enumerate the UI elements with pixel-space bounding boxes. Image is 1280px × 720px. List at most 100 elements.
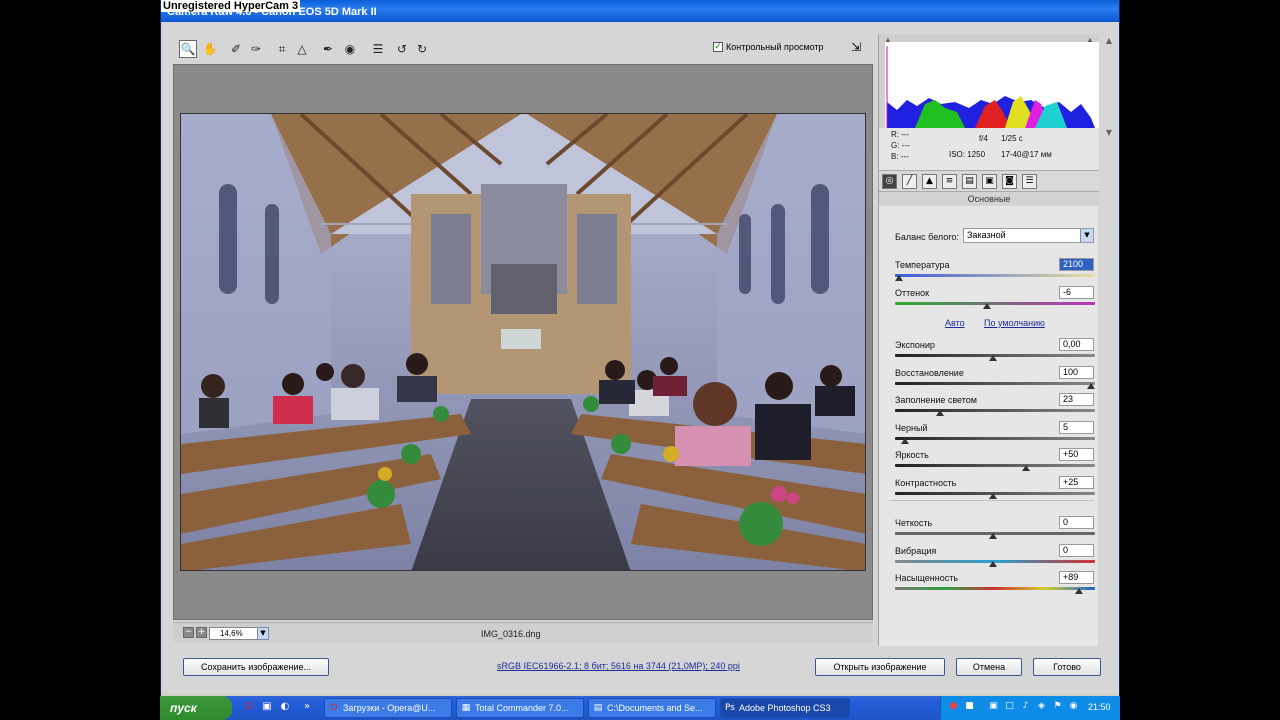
slider-label: Насыщенность	[895, 573, 959, 583]
retouch-icon[interactable]: ✒	[319, 40, 337, 58]
red-eye-icon[interactable]: ◉	[341, 40, 359, 58]
slider-thumb[interactable]	[1022, 465, 1031, 471]
volume-icon[interactable]: ♪	[1019, 701, 1032, 714]
slider-label: Черный	[895, 422, 928, 433]
panel-scrollbar[interactable]: ▲ ▼	[1100, 34, 1118, 646]
recorder-watermark: Unregistered HyperCam 3	[161, 0, 301, 12]
hand-icon[interactable]: ✋	[201, 40, 219, 58]
camera-raw-dialog: 🔍 ✋ ✐ ✑ ⌗ △ ✒ ◉ ☰ ↺ ↻ ✓ Контрольный прос…	[163, 22, 1119, 694]
slider-thumb[interactable]	[1075, 588, 1084, 594]
stop-icon[interactable]: ■	[963, 701, 976, 714]
window-icon[interactable]: □	[1003, 701, 1016, 714]
save-icon[interactable]: ▣	[260, 701, 274, 715]
camera-raw-window: Camera Raw 4.6 - Canon EOS 5D Mark II 🔍 …	[160, 0, 1120, 696]
start-button[interactable]: пуск	[160, 696, 232, 720]
tab-presets-icon[interactable]: ☰	[1022, 174, 1037, 189]
image-preview-area[interactable]	[173, 64, 873, 620]
rotate-left-icon[interactable]: ↺	[393, 40, 411, 58]
tab-lens-icon[interactable]: ▣	[982, 174, 997, 189]
slider-value-field[interactable]: 5	[1059, 420, 1094, 434]
white-balance-select[interactable]: Заказной ▼	[963, 228, 1094, 243]
slider-thumb[interactable]	[989, 533, 997, 539]
slider-thumb[interactable]	[989, 492, 997, 499]
browser-icon[interactable]: ◐	[278, 701, 292, 715]
task-folder[interactable]: ▤ C:\Documents and Se...	[588, 698, 716, 718]
section-title: Основные	[879, 192, 1099, 206]
slider-value-field[interactable]: 23	[1059, 393, 1094, 406]
color-sampler-icon[interactable]: ✑	[247, 40, 265, 58]
save-image-button[interactable]: Сохранить изображение...	[183, 658, 329, 676]
default-link[interactable]: По умолчанию	[984, 318, 1045, 328]
system-icon[interactable]: ◉	[1067, 701, 1080, 714]
done-button[interactable]: Готово	[1033, 658, 1101, 676]
slider-value-field[interactable]: -6	[1059, 285, 1094, 299]
preview-checkbox-group[interactable]: ✓ Контрольный просмотр	[713, 42, 824, 52]
slider-label: Экспонир	[895, 340, 935, 350]
slider-thumb[interactable]	[894, 275, 903, 281]
tab-hsl-icon[interactable]: ≡	[942, 174, 957, 189]
white-balance-icon[interactable]: ✐	[227, 40, 245, 58]
opera-icon: O	[330, 703, 338, 713]
tab-basic-icon[interactable]: ◎	[882, 174, 897, 189]
zoom-in-button[interactable]: +	[196, 627, 207, 638]
rotate-right-icon[interactable]: ↻	[413, 40, 431, 58]
slider-track[interactable]	[895, 301, 1095, 305]
slider-value-field[interactable]: 2100	[1059, 258, 1094, 271]
preferences-icon[interactable]: ☰	[369, 40, 387, 58]
zoom-dropdown-arrow-icon[interactable]: ▼	[257, 627, 269, 640]
workflow-options-link[interactable]: sRGB IEC61966-2.1; 8 бит; 5616 на 3744 (…	[497, 661, 740, 671]
tab-detail-icon[interactable]: ▲	[922, 174, 937, 189]
language-flag-icon[interactable]: ⚑	[1051, 701, 1064, 714]
slider-value-field[interactable]: 100	[1059, 365, 1094, 379]
slider-track[interactable]	[895, 409, 1095, 412]
task-total-commander[interactable]: ▦ Total Commander 7.0...	[456, 698, 584, 718]
tab-camera-calibration-icon[interactable]: ◙	[1002, 174, 1017, 189]
slider-value-field[interactable]: 0,00	[1059, 338, 1094, 351]
antivirus-icon[interactable]: ◈	[1035, 701, 1048, 714]
task-photoshop[interactable]: Ps Adobe Photoshop CS3	[720, 698, 850, 718]
histogram: ▲ ▲	[879, 34, 1099, 128]
quick-launch-more-icon[interactable]: »	[300, 701, 314, 715]
slider-thumb[interactable]	[983, 302, 992, 309]
system-tray: ● ■ ▣ □ ♪ ◈ ⚑ ◉ 21:50	[940, 696, 1120, 720]
zoom-out-button[interactable]: −	[183, 627, 194, 638]
slider-value-field[interactable]: +89	[1059, 571, 1094, 584]
slider-track[interactable]	[895, 274, 1095, 277]
record-icon[interactable]: ●	[947, 701, 960, 714]
preview-checkbox[interactable]: ✓	[713, 42, 723, 52]
camera-info: R: --- G: --- B: --- f/4 1/25 с ISO: 125…	[879, 130, 1099, 168]
slider-value-field[interactable]: +50	[1059, 448, 1094, 461]
section-divider	[889, 500, 1094, 501]
zoom-icon[interactable]: 🔍	[179, 40, 197, 58]
crop-icon[interactable]: ⌗	[273, 40, 291, 58]
lens-value: 17-40@17 мм	[1001, 150, 1052, 159]
title-bar[interactable]: Camera Raw 4.6 - Canon EOS 5D Mark II	[161, 0, 1119, 22]
slider-track[interactable]	[895, 464, 1095, 467]
slider-thumb[interactable]	[936, 410, 945, 416]
auto-link[interactable]: Авто	[945, 318, 965, 328]
tool-bar: 🔍 ✋ ✐ ✑ ⌗ △ ✒ ◉ ☰ ↺ ↻ ✓ Контрольный прос…	[173, 34, 869, 64]
slider-track[interactable]	[895, 436, 1095, 440]
slider-value-field[interactable]: +25	[1059, 475, 1094, 489]
slider-thumb[interactable]	[989, 560, 997, 567]
tab-split-toning-icon[interactable]: ▤	[962, 174, 977, 189]
open-image-button[interactable]: Открыть изображение	[815, 658, 945, 676]
cancel-button[interactable]: Отмена	[956, 658, 1022, 676]
scroll-up-icon[interactable]: ▲	[1103, 36, 1115, 46]
straighten-icon[interactable]: △	[293, 40, 311, 58]
opera-icon[interactable]: O	[242, 701, 256, 715]
task-opera[interactable]: O Загрузки - Opera@U...	[324, 698, 452, 718]
slider-track[interactable]	[895, 381, 1095, 385]
slider-thumb[interactable]	[900, 437, 909, 444]
slider-track[interactable]	[895, 587, 1095, 590]
fullscreen-toggle-icon[interactable]: ⇲	[847, 40, 865, 58]
scroll-down-icon[interactable]: ▼	[1103, 128, 1115, 138]
slider-value-field[interactable]: 0	[1059, 516, 1094, 529]
blue-readout: B: ---	[891, 152, 909, 161]
slider-value-field[interactable]: 0	[1059, 543, 1094, 557]
task-label: Total Commander 7.0...	[475, 703, 569, 713]
slider-thumb[interactable]	[1087, 382, 1095, 389]
network-icon[interactable]: ▣	[987, 701, 1000, 714]
tab-tone-curve-icon[interactable]: ╱	[902, 174, 917, 189]
slider-thumb[interactable]	[989, 355, 997, 361]
